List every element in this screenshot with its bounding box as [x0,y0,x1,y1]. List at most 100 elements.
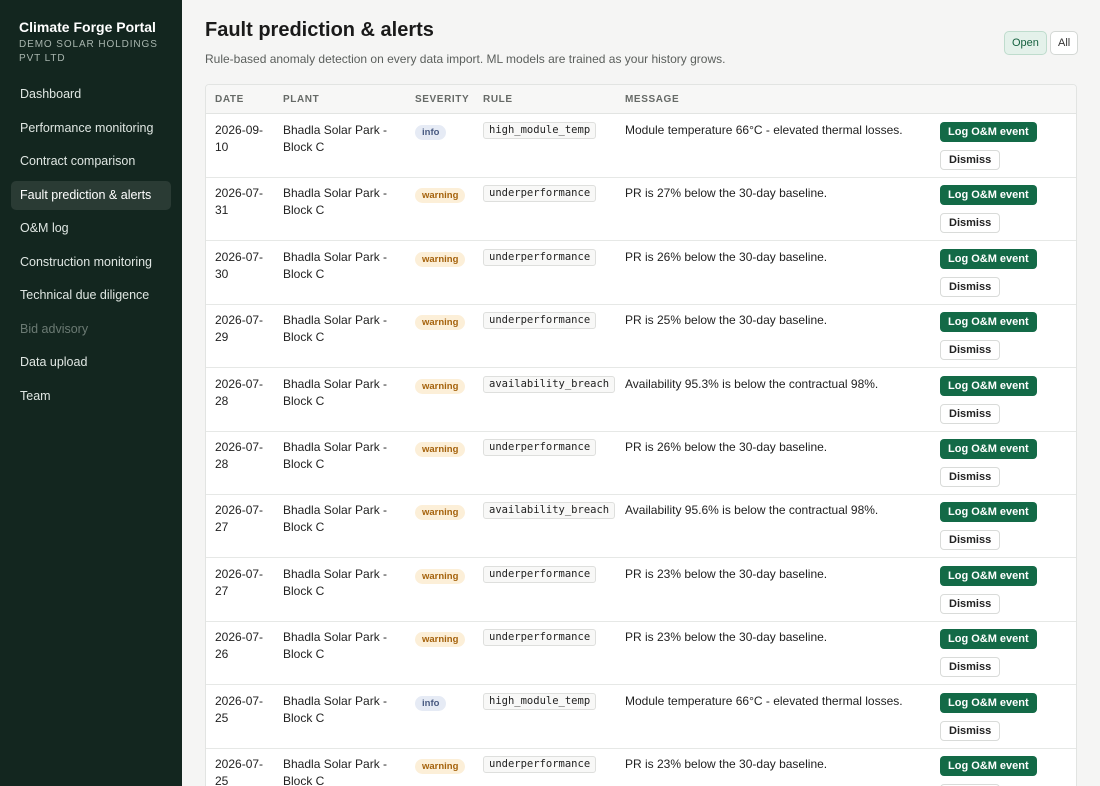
cell-date: 2026-07-28 [215,440,264,471]
table-row: 2026-07-26 Bhadla Solar Park - Block C war… [206,621,1076,686]
cell-date: 2026-07-30 [215,249,264,281]
table-row: 2026-07-31 Bhadla Solar Park - Block C war… [206,177,1076,242]
rule-code: availability_breach [483,502,616,520]
nav-data-upload[interactable]: Data upload [11,348,171,377]
cell-severity: warning [415,440,466,457]
column-header-message: MESSAGE [625,94,680,105]
nav-bid-advisory: Bid advisory [20,322,89,336]
page-subtitle: Rule-based anomaly detection on every da… [205,52,726,66]
cell-message: PR is 26% below the 30-day baseline. [625,440,828,454]
alerts-table: DATE PLANT SEVERITY RULE MESSAGE 2026-09… [205,84,1077,786]
cell-severity: info [415,694,447,711]
nav-fault-prediction-alerts[interactable]: Fault prediction & alerts [11,181,171,210]
cell-message: Availability 95.3% is below the contract… [625,376,879,391]
cell-plant: Bhadla Solar Park - Block C [283,440,388,471]
cell-severity: warning [415,503,466,521]
severity-badge: warning [415,442,466,457]
cell-severity: warning [415,630,466,648]
nav-technical-due-diligence[interactable]: Technical due diligence [11,281,171,310]
cell-message: PR is 23% below the 30-day baseline. [625,757,828,771]
table-row: 2026-07-29 Bhadla Solar Park - Block C war… [206,304,1076,369]
rule-code: underperformance [483,565,597,583]
cell-rule: underperformance [483,438,597,456]
log-om-event-button[interactable]: Log O&M event [940,692,1037,713]
nav-construction-monitoring[interactable]: Construction monitoring [11,248,171,277]
cell-date: 2026-07-25 [215,757,264,786]
cell-date: 2026-07-27 [215,503,264,535]
cell-plant: Bhadla Solar Park - Block C [283,757,388,786]
log-om-event-button[interactable]: Log O&M event [940,756,1037,776]
cell-message: PR is 23% below the 30-day baseline. [625,630,828,645]
table-row: 2026-07-28 Bhadla Solar Park - Block C war… [206,431,1076,495]
filter-all-button[interactable]: All [1050,31,1079,55]
table-header: DATE PLANT SEVERITY RULE MESSAGE [206,85,1076,114]
cell-plant: Bhadla Solar Park - Block C [283,693,388,725]
cell-plant: Bhadla Solar Park - Block C [283,566,388,598]
cell-plant: Bhadla Solar Park - Block C [283,249,388,281]
dismiss-button[interactable]: Dismiss [940,403,1001,424]
cell-rule: availability_breach [483,501,616,520]
severity-badge: warning [415,378,466,394]
severity-badge: warning [415,251,466,267]
dismiss-button[interactable]: Dismiss [940,593,1001,614]
brand-title: Climate Forge Portal [19,19,156,35]
cell-message: PR is 27% below the 30-day baseline. [625,186,828,201]
rule-code: underperformance [483,312,597,330]
severity-badge: warning [415,505,466,521]
rule-code: availability_breach [483,375,616,393]
nav-contract-comparison[interactable]: Contract comparison [11,147,171,176]
log-om-event-button[interactable]: Log O&M event [940,312,1037,333]
cell-rule: availability_breach [483,375,616,393]
table-row: 2026-07-30 Bhadla Solar Park - Block C war… [206,241,1076,305]
cell-severity: warning [415,186,466,204]
nav-dashboard[interactable]: Dashboard [11,80,171,109]
dismiss-button[interactable]: Dismiss [940,530,1001,551]
page-title: Fault prediction & alerts [205,19,434,41]
dismiss-button[interactable]: Dismiss [940,276,1001,297]
dismiss-button[interactable]: Dismiss [940,340,1001,361]
log-om-event-button[interactable]: Log O&M event [940,502,1037,523]
cell-plant: Bhadla Solar Park - Block C [283,503,388,535]
cell-plant: Bhadla Solar Park - Block C [283,313,388,345]
cell-date: 2026-07-31 [215,186,264,218]
nav-om-log[interactable]: O&M log [11,214,171,243]
cell-rule: underperformance [483,628,597,647]
log-om-event-button[interactable]: Log O&M event [940,122,1037,142]
cell-plant: Bhadla Solar Park - Block C [283,376,388,408]
rule-code: underperformance [483,439,597,456]
column-header-date: DATE [215,94,244,105]
cell-message: PR is 23% below the 30-day baseline. [625,566,828,581]
cell-rule: underperformance [483,248,597,266]
dismiss-button[interactable]: Dismiss [940,657,1001,678]
dismiss-button[interactable]: Dismiss [940,467,1001,487]
severity-badge: warning [415,568,466,584]
cell-plant: Bhadla Solar Park - Block C [283,123,388,154]
dismiss-button[interactable]: Dismiss [940,720,1001,741]
column-header-rule: RULE [483,94,513,105]
severity-badge: warning [415,315,466,331]
rule-code: underperformance [483,185,597,203]
cell-message: Availability 95.6% is below the contract… [625,503,879,518]
cell-message: Module temperature 66°C - elevated therm… [625,123,903,137]
log-om-event-button[interactable]: Log O&M event [940,185,1037,206]
cell-plant: Bhadla Solar Park - Block C [283,186,388,218]
log-om-event-button[interactable]: Log O&M event [940,565,1037,586]
cell-rule: underperformance [483,184,597,203]
cell-severity: warning [415,757,466,774]
dismiss-button[interactable]: Dismiss [940,213,1001,234]
log-om-event-button[interactable]: Log O&M event [940,248,1037,269]
cell-date: 2026-07-28 [215,376,264,408]
nav-team[interactable]: Team [11,382,171,411]
log-om-event-button[interactable]: Log O&M event [940,439,1037,459]
cell-severity: warning [415,250,466,267]
log-om-event-button[interactable]: Log O&M event [940,629,1037,650]
rule-code: high_module_temp [483,122,597,139]
dismiss-button[interactable]: Dismiss [940,150,1001,170]
filter-open-button[interactable]: Open [1004,31,1047,55]
nav-performance-monitoring[interactable]: Performance monitoring [11,114,171,143]
severity-badge: warning [415,759,466,774]
table-row: 2026-07-27 Bhadla Solar Park - Block C war… [206,494,1076,559]
log-om-event-button[interactable]: Log O&M event [940,375,1037,396]
cell-message: PR is 25% below the 30-day baseline. [625,313,828,328]
cell-severity: warning [415,313,466,331]
